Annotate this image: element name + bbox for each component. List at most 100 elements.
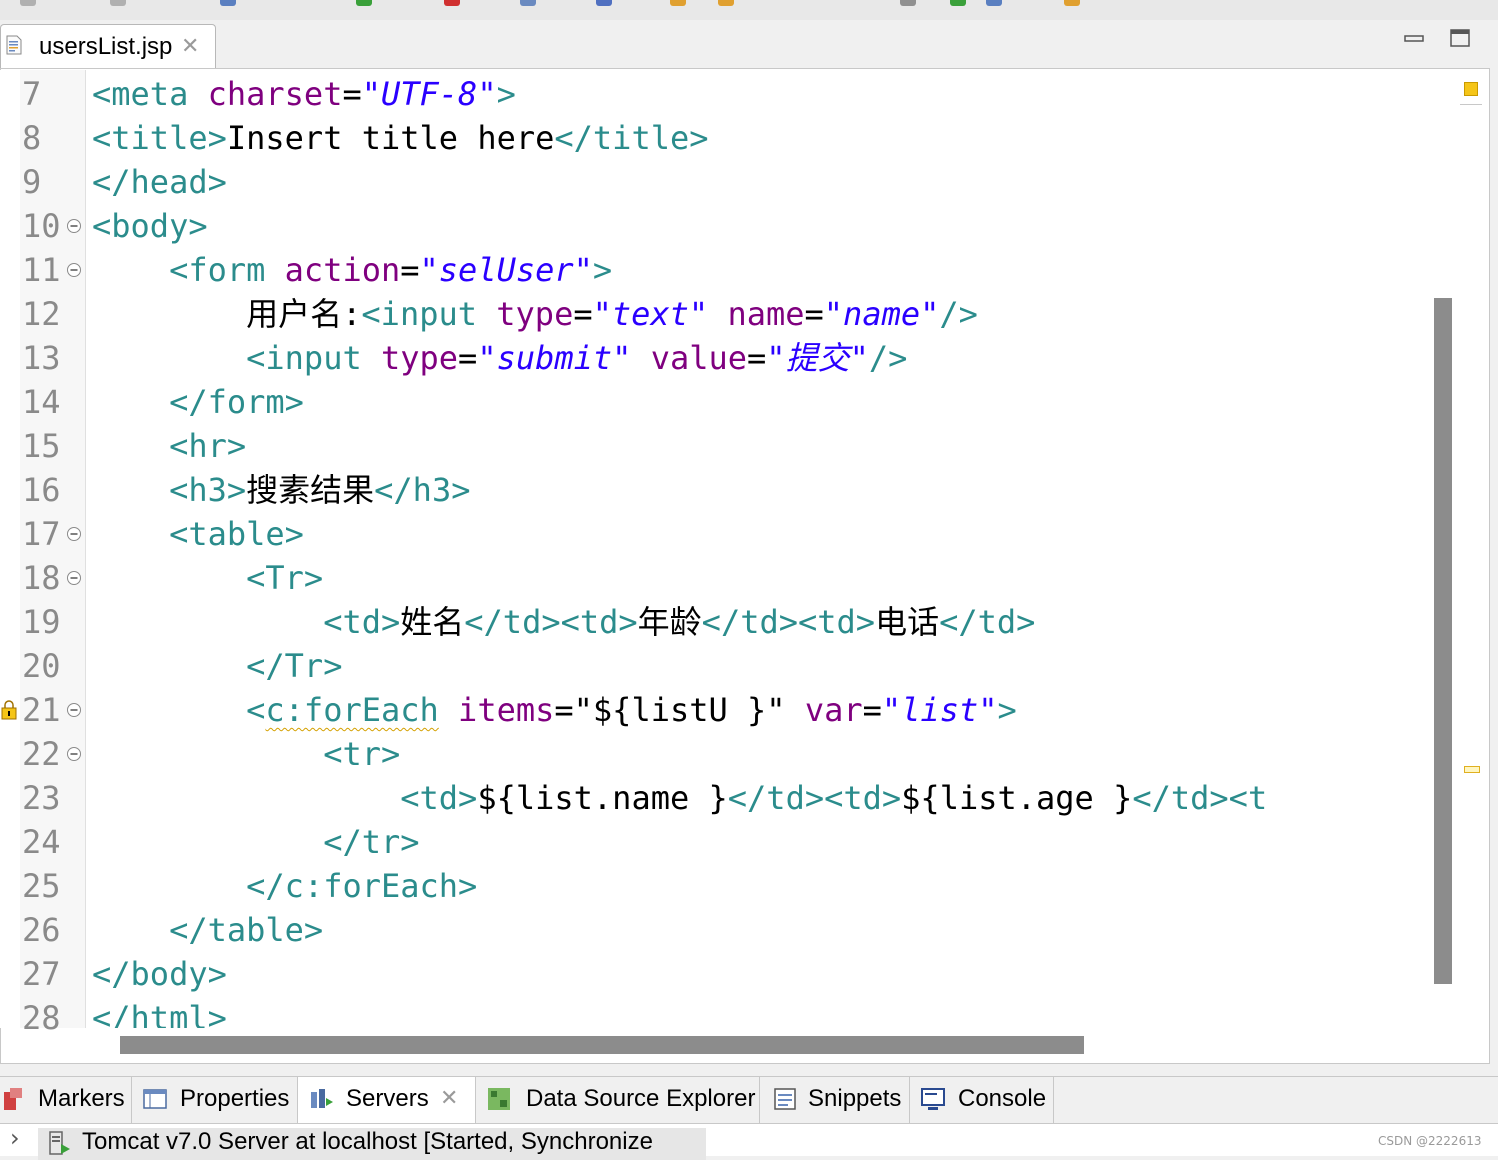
code-token: <title> — [92, 119, 227, 157]
tab-snippets[interactable]: Snippets — [760, 1077, 910, 1123]
code-token: <td> — [400, 779, 478, 817]
horizontal-scrollbar-thumb[interactable] — [120, 1036, 1084, 1054]
code-line[interactable]: </c:forEach> — [92, 864, 477, 908]
code-line[interactable]: </Tr> — [92, 644, 342, 688]
code-line[interactable]: <td>${list.name }</td><td>${list.age }</… — [92, 776, 1267, 820]
tab-properties[interactable]: Properties — [132, 1077, 298, 1123]
tab-label: Data Source Explorer — [526, 1085, 756, 1112]
code-line[interactable]: </body> — [92, 952, 227, 996]
code-token: > — [592, 251, 613, 289]
fold-collapse-icon[interactable] — [66, 218, 82, 234]
close-icon[interactable]: ✕ — [440, 1085, 458, 1111]
snippets-icon — [774, 1088, 796, 1110]
line-number: 12 — [22, 295, 61, 333]
code-token: </h3> — [374, 471, 471, 509]
toolbar-icon[interactable] — [596, 0, 612, 6]
code-line[interactable]: <td>姓名</td><td>年龄</td><td>电话</td> — [92, 600, 1035, 644]
fold-collapse-icon[interactable] — [66, 526, 82, 542]
folder-icon[interactable] — [670, 0, 686, 6]
folder-icon[interactable] — [718, 0, 734, 6]
code-token: "name" — [823, 295, 940, 333]
tab-markers[interactable]: Markers — [0, 1077, 132, 1123]
code-line[interactable]: <hr> — [92, 424, 246, 468]
toolbar-icon[interactable] — [520, 0, 536, 6]
line-number: 10 — [22, 207, 61, 245]
code-editor[interactable]: <meta charset="UTF-8"> <title>Insert titl… — [86, 70, 1427, 1028]
run-icon[interactable] — [356, 0, 372, 6]
code-line[interactable]: <title>Insert title here</title> — [92, 116, 709, 160]
code-line[interactable]: <Tr> — [92, 556, 323, 600]
toolbar-icon[interactable] — [986, 0, 1002, 6]
tab-label: Markers — [38, 1085, 125, 1112]
code-line[interactable]: </table> — [92, 908, 323, 952]
vertical-scrollbar-thumb[interactable] — [1434, 298, 1452, 984]
maximize-icon[interactable] — [1448, 26, 1472, 50]
tab-console[interactable]: Console — [910, 1077, 1054, 1123]
toolbar-icon[interactable] — [220, 0, 236, 6]
main-toolbar — [0, 0, 1498, 21]
code-token: "UTF-8" — [361, 75, 497, 113]
warning-lock-icon[interactable] — [0, 700, 18, 720]
code-token: </td><td> — [701, 603, 876, 641]
code-token: value — [650, 339, 748, 377]
chevron-right-icon[interactable]: › — [10, 1124, 20, 1152]
code-line[interactable]: 用户名:<input type="text" name="name"/> — [92, 292, 978, 336]
fold-collapse-icon[interactable] — [66, 746, 82, 762]
stop-icon[interactable] — [444, 0, 460, 6]
code-token: <meta — [92, 75, 208, 113]
code-token: <tr> — [323, 735, 401, 773]
tab-servers[interactable]: Servers ✕ — [298, 1077, 476, 1123]
code-line[interactable]: <form action="selUser"> — [92, 248, 612, 292]
code-token: Insert title here — [226, 119, 555, 157]
code-line[interactable]: <table> — [92, 512, 304, 556]
code-token: <input — [246, 339, 381, 377]
code-line[interactable]: </tr> — [92, 820, 419, 864]
line-number: 26 — [22, 911, 61, 949]
code-line[interactable]: <input type="submit" value="提交"/> — [92, 336, 907, 380]
code-token: 电话 — [875, 603, 940, 641]
line-number: 8 — [22, 119, 42, 157]
occurrence-marker[interactable] — [1464, 766, 1480, 773]
overview-ruler[interactable] — [1456, 70, 1486, 1028]
fold-collapse-icon[interactable] — [66, 702, 82, 718]
code-token: <hr> — [169, 427, 247, 465]
tab-data-source-explorer[interactable]: Data Source Explorer — [476, 1077, 760, 1123]
line-number: 23 — [22, 779, 61, 817]
debug-icon[interactable] — [950, 0, 966, 6]
code-token: = — [400, 251, 420, 289]
code-token: "提交" — [766, 339, 869, 377]
code-line[interactable]: </form> — [92, 380, 304, 424]
code-token: </head> — [92, 163, 227, 201]
code-line[interactable]: <c:forEach items="${listU }" var="list"> — [92, 688, 1017, 732]
code-token: 年龄 — [637, 603, 702, 641]
code-line[interactable]: </head> — [92, 160, 227, 204]
code-token: type — [380, 339, 459, 377]
editor-tab-userslist[interactable]: usersList.jsp ✕ — [0, 24, 216, 70]
warning-marker-icon[interactable] — [1464, 82, 1478, 96]
code-line[interactable]: <h3>搜素结果</h3> — [92, 468, 470, 512]
toolbar-icon[interactable] — [900, 0, 916, 6]
code-line[interactable]: <body> — [92, 204, 208, 248]
toolbar-icon[interactable] — [1064, 0, 1080, 6]
line-number: 14 — [22, 383, 61, 421]
properties-icon — [143, 1089, 167, 1109]
markers-icon — [4, 1088, 22, 1110]
close-icon[interactable]: ✕ — [181, 34, 199, 59]
minimize-icon[interactable] — [1402, 26, 1426, 50]
code-token: ="${listU }" — [554, 691, 805, 729]
code-line[interactable]: </html> — [92, 996, 227, 1028]
code-line[interactable]: <tr> — [92, 732, 400, 776]
code-line[interactable]: <meta charset="UTF-8"> — [92, 72, 516, 116]
fold-collapse-icon[interactable] — [66, 262, 82, 278]
tab-label: Servers — [346, 1085, 429, 1112]
toolbar-icon[interactable] — [20, 0, 36, 6]
fold-collapse-icon[interactable] — [66, 570, 82, 586]
code-token: = — [342, 75, 362, 113]
toolbar-icon[interactable] — [110, 0, 126, 6]
